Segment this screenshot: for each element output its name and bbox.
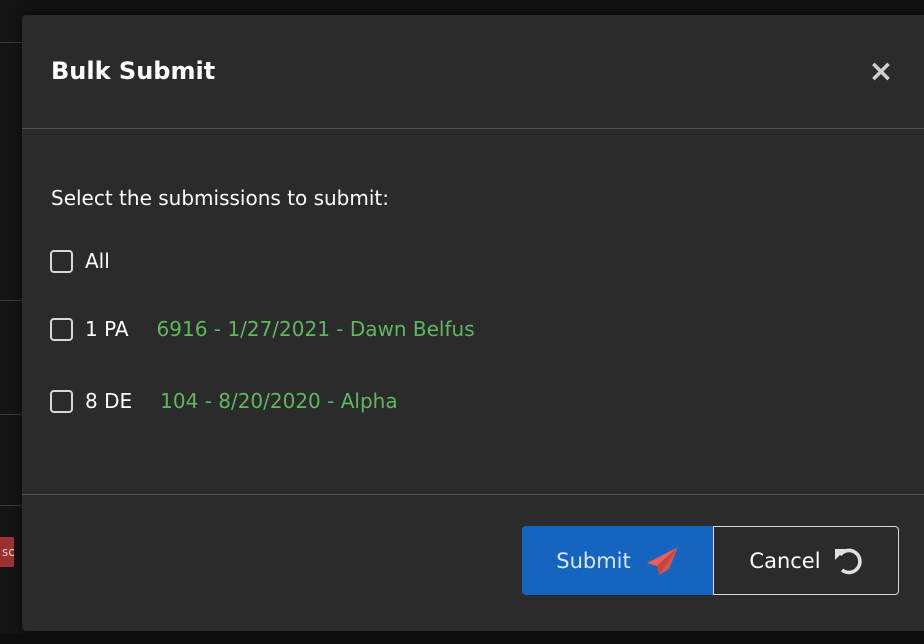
checkbox-8-de[interactable] — [50, 389, 73, 413]
option-all[interactable]: All — [50, 245, 110, 277]
option-label: 8 DE — [85, 389, 133, 413]
option-8-de[interactable]: 8 DE 104 - 8/20/2020 - Alpha — [50, 385, 398, 417]
modal-title: Bulk Submit — [51, 57, 216, 85]
modal-body: Select the submissions to submit: All 1 … — [22, 129, 924, 494]
background-badge: sc — [0, 537, 14, 567]
bulk-submit-modal: Bulk Submit × Select the submissions to … — [22, 15, 924, 631]
close-button[interactable]: × — [862, 53, 900, 91]
checkbox-all[interactable] — [50, 249, 73, 273]
cancel-label: Cancel — [749, 548, 821, 573]
submission-prompt: Select the submissions to submit: — [51, 186, 389, 210]
modal-footer: Submit Cancel — [22, 494, 924, 632]
option-detail: 104 - 8/20/2020 - Alpha — [160, 389, 398, 413]
option-label: All — [85, 249, 110, 273]
submit-button[interactable]: Submit — [522, 526, 713, 595]
background-divider — [0, 505, 24, 506]
paper-plane-icon — [645, 546, 679, 576]
undo-icon — [833, 546, 863, 576]
checkbox-1-pa[interactable] — [50, 317, 73, 341]
cancel-button[interactable]: Cancel — [713, 526, 899, 595]
background-divider — [0, 42, 24, 43]
option-1-pa[interactable]: 1 PA 6916 - 1/27/2021 - Dawn Belfus — [50, 313, 475, 345]
background-divider — [0, 414, 24, 415]
option-label: 1 PA — [85, 317, 129, 341]
modal-header: Bulk Submit × — [22, 15, 924, 129]
background-divider — [0, 300, 24, 301]
background-bottom — [0, 634, 924, 644]
option-detail: 6916 - 1/27/2021 - Dawn Belfus — [156, 317, 475, 341]
submit-label: Submit — [556, 548, 631, 573]
